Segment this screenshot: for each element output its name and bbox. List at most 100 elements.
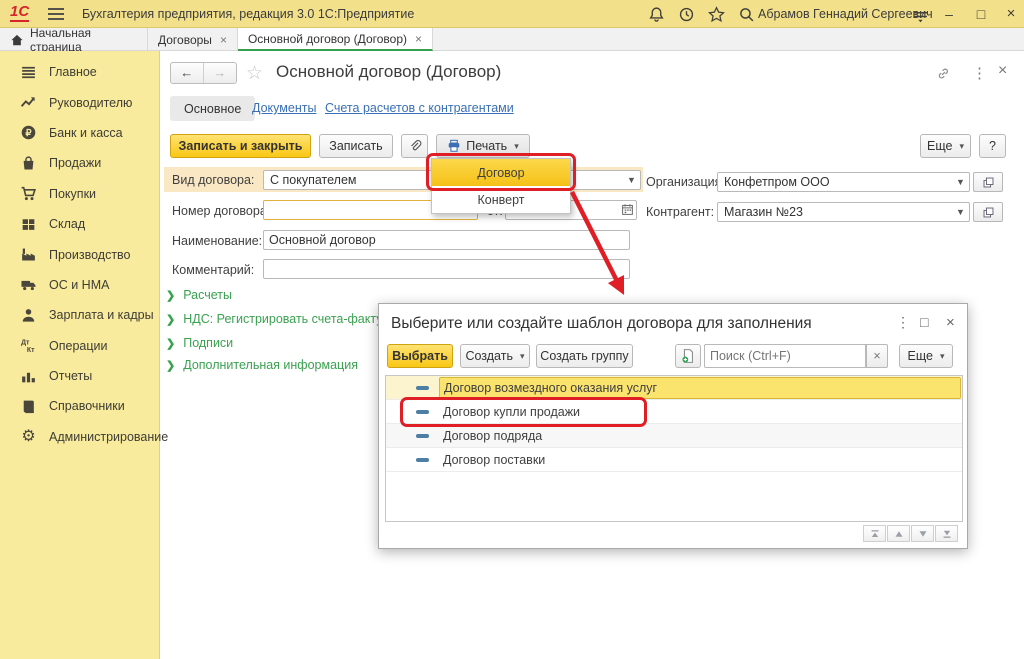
dropdown-caret-icon: ▾	[514, 141, 519, 152]
dialog-maximize-icon[interactable]: □	[920, 314, 928, 330]
sidebar-item-os-i-nma[interactable]: ОС и НМА	[0, 270, 159, 300]
contract-name-field-wrap	[263, 230, 630, 250]
sidebar-item-zarplata-i-kadry[interactable]: Зарплата и кадры	[0, 300, 159, 330]
book-icon	[20, 398, 37, 415]
template-list: Договор возмездного оказания услуг Догов…	[385, 375, 963, 522]
print-menu-item-konvert[interactable]: Конверт	[432, 186, 570, 213]
counterparty-open-button[interactable]	[973, 202, 1003, 222]
list-item-template[interactable]: Договор купли продажи	[386, 400, 962, 424]
get-link-icon[interactable]	[936, 66, 951, 85]
dialog-close-icon[interactable]: ×	[946, 314, 955, 331]
sidebar-item-administrirovanie[interactable]: ⚙ Администрирование	[0, 422, 159, 452]
go-last-button[interactable]	[935, 525, 958, 542]
more-actions-button[interactable]: Еще▾	[920, 134, 971, 158]
sidebar-nav: Главное Руководителю ₽ Банк и касса Прод…	[0, 51, 160, 659]
tab-osnovnoy-dogovor[interactable]: Основной договор (Договор) ×	[238, 28, 433, 51]
service-settings-icon[interactable]	[912, 8, 929, 25]
application-window: 1С Бухгалтерия предприятия, редакция 3.0…	[0, 0, 1024, 659]
dialog-select-button[interactable]: Выбрать	[387, 344, 453, 368]
dialog-menu-kebab-icon[interactable]: ⋮	[896, 314, 910, 331]
combo-dropdown-icon[interactable]: ▼	[623, 175, 640, 185]
section-nds[interactable]: ❯НДС: Регистрировать счета-фактур	[166, 312, 389, 326]
history-nav-group: ← →	[170, 62, 237, 84]
print-menu-button[interactable]: Печать▾	[436, 134, 530, 158]
save-button[interactable]: Записать	[319, 134, 393, 158]
trend-chart-icon	[20, 94, 37, 111]
dialog-more-button[interactable]: Еще▾	[899, 344, 953, 368]
factory-icon	[20, 246, 37, 263]
favorites-star-icon[interactable]	[708, 6, 725, 23]
current-user-name[interactable]: Абрамов Геннадий Сергеевич	[758, 7, 933, 21]
sidebar-item-bank-i-kassa[interactable]: ₽ Банк и касса	[0, 118, 159, 148]
sidebar-item-rukovoditelyu[interactable]: Руководителю	[0, 87, 159, 117]
dropdown-caret-icon: ▾	[940, 351, 945, 362]
search-clear-icon[interactable]: ×	[866, 344, 888, 368]
close-window-button[interactable]: ×	[1000, 3, 1022, 25]
nav-link-dokumenty[interactable]: Документы	[252, 101, 316, 115]
sidebar-item-otchety[interactable]: Отчеты	[0, 361, 159, 391]
tab-close-icon[interactable]: ×	[220, 33, 227, 47]
minimize-button[interactable]: –	[938, 3, 960, 25]
go-down-button[interactable]	[911, 525, 934, 542]
sidebar-item-glavnoe[interactable]: Главное	[0, 57, 159, 87]
shopping-cart-icon	[20, 185, 37, 202]
chevron-right-icon: ❯	[166, 359, 175, 372]
app-title: Бухгалтерия предприятия, редакция 3.0 1С…	[82, 7, 414, 21]
tab-home[interactable]: Начальная страница	[0, 28, 148, 51]
dialog-load-template-button[interactable]	[675, 344, 701, 368]
svg-text:Дт: Дт	[21, 340, 30, 347]
save-and-close-button[interactable]: Записать и закрыть	[170, 134, 311, 158]
attach-file-button[interactable]	[401, 134, 428, 158]
contract-name-input[interactable]	[263, 230, 630, 250]
shopping-bag-icon	[20, 155, 37, 172]
go-up-button[interactable]	[887, 525, 910, 542]
sidebar-item-spravochniki[interactable]: Справочники	[0, 391, 159, 421]
sidebar-item-prodazhi[interactable]: Продажи	[0, 148, 159, 178]
dialog-create-button[interactable]: Создать▾	[460, 344, 530, 368]
combo-dropdown-icon[interactable]: ▼	[952, 177, 969, 187]
main-menu-icon[interactable]	[48, 8, 64, 20]
favorite-star-icon[interactable]: ☆	[246, 62, 263, 85]
notifications-bell-icon[interactable]	[648, 6, 665, 23]
nav-link-scheta-raschetov[interactable]: Счета расчетов с контрагентами	[325, 101, 514, 115]
global-search-icon[interactable]	[738, 6, 755, 23]
print-menu-item-dogovor[interactable]: Договор	[432, 159, 570, 186]
home-icon	[10, 33, 24, 47]
nav-link-osnovnoe[interactable]: Основное	[170, 96, 255, 121]
list-item-template[interactable]: Договор поставки	[386, 448, 962, 472]
combo-dropdown-icon[interactable]: ▼	[952, 207, 969, 217]
section-podpisi[interactable]: ❯Подписи	[166, 336, 233, 350]
sidebar-item-operacii[interactable]: ДтКт Операции	[0, 331, 159, 361]
sidebar-item-pokupki[interactable]: Покупки	[0, 179, 159, 209]
sidebar-item-proizvodstvo[interactable]: Производство	[0, 239, 159, 269]
section-raschety[interactable]: ❯Расчеты	[166, 288, 232, 302]
forward-button[interactable]: →	[204, 63, 237, 83]
dialog-search-input[interactable]	[704, 344, 866, 368]
organization-combobox[interactable]: Конфетпром ООО ▼	[717, 172, 970, 192]
organization-open-button[interactable]	[973, 172, 1003, 192]
history-icon[interactable]	[678, 6, 695, 23]
load-file-icon	[680, 348, 696, 364]
list-item-template[interactable]: Договор возмездного оказания услуг	[386, 376, 962, 400]
dialog-search-field-wrap	[704, 344, 866, 368]
template-dash-icon	[416, 458, 429, 462]
counterparty-combobox[interactable]: Магазин №23 ▼	[717, 202, 970, 222]
back-button[interactable]: ←	[171, 63, 204, 83]
sidebar-item-sklad[interactable]: Склад	[0, 209, 159, 239]
list-item-template[interactable]: Договор подряда	[386, 424, 962, 448]
section-dop-informaciya[interactable]: ❯Дополнительная информация	[166, 358, 358, 372]
go-first-button[interactable]	[863, 525, 886, 542]
truck-icon	[20, 276, 37, 293]
help-button[interactable]: ?	[979, 134, 1006, 158]
maximize-button[interactable]: □	[970, 3, 992, 25]
comment-input[interactable]	[263, 259, 630, 279]
field-label-organization: Организация:	[646, 175, 725, 189]
form-menu-kebab-icon[interactable]: ⋮	[972, 64, 987, 82]
dialog-create-group-button[interactable]: Создать группу	[536, 344, 633, 368]
calendar-icon[interactable]	[619, 203, 636, 218]
tab-close-icon[interactable]: ×	[415, 32, 422, 46]
close-form-icon[interactable]: ×	[998, 62, 1007, 80]
template-dash-icon	[416, 410, 429, 414]
comment-field-wrap	[263, 259, 630, 279]
tab-dogovory[interactable]: Договоры ×	[148, 28, 238, 51]
